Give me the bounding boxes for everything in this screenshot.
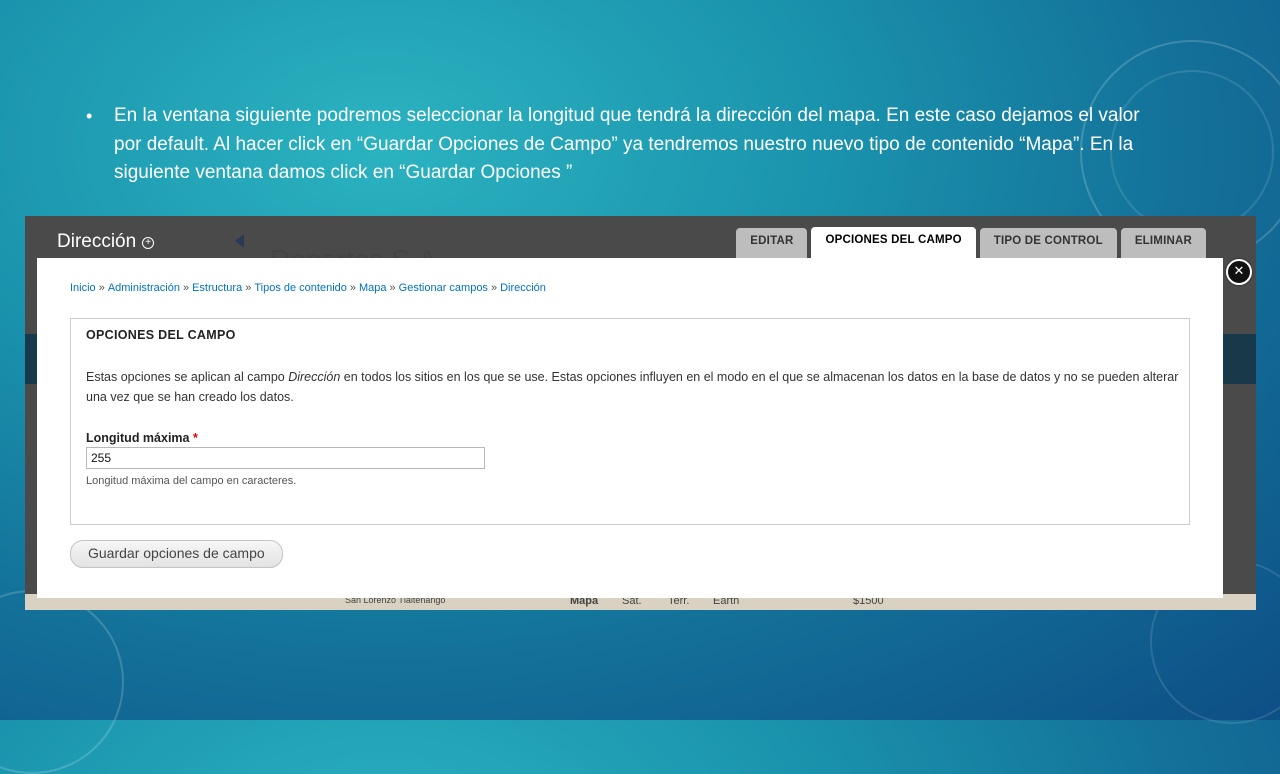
field-settings-dialog: Inicio» Administración» Estructura» Tipos d… xyxy=(37,258,1223,598)
decorative-circle xyxy=(0,590,124,774)
max-length-help: Longitud máxima del campo en caracteres. xyxy=(86,475,297,487)
plus-circle-icon: + xyxy=(142,237,155,249)
save-field-settings-button[interactable]: Guardar opciones de campo xyxy=(70,540,283,568)
background-title-text: Dirección xyxy=(57,231,137,252)
max-length-label-text: Longitud máxima xyxy=(86,431,190,445)
fieldset-title: OPCIONES DEL CAMPO xyxy=(86,328,236,342)
description-field-name: Dirección xyxy=(288,370,341,384)
breadcrumb-separator: » xyxy=(98,282,105,294)
tab-tipo-de-control[interactable]: TIPO DE CONTROL xyxy=(979,228,1117,259)
tab-bar: EDITAR OPCIONES DEL CAMPO TIPO DE CONTRO… xyxy=(736,227,1206,259)
breadcrumb-separator: » xyxy=(182,282,190,294)
breadcrumb-separator: » xyxy=(349,282,357,294)
breadcrumb-administracion[interactable]: Administración xyxy=(108,282,180,294)
slide-paragraph: En la ventana siguiente podremos selecci… xyxy=(114,105,1140,183)
breadcrumb-gestionar-campos[interactable]: Gestionar campos xyxy=(399,282,488,294)
field-options-fieldset: OPCIONES DEL CAMPO Estas opciones se apl… xyxy=(70,318,1190,525)
max-length-input[interactable] xyxy=(86,447,485,469)
breadcrumb-estructura[interactable]: Estructura xyxy=(192,282,242,294)
breadcrumb-separator: » xyxy=(490,282,498,294)
breadcrumb-separator: » xyxy=(389,282,396,294)
breadcrumb: Inicio» Administración» Estructura» Tipos d… xyxy=(70,282,546,294)
breadcrumb-direccion[interactable]: Dirección xyxy=(500,282,546,294)
background-page-title: Dirección + xyxy=(57,231,155,253)
description-part: Estas opciones se aplican al campo xyxy=(86,370,289,384)
breadcrumb-tipos-de-contenido[interactable]: Tipos de contenido xyxy=(254,282,347,294)
required-marker: * xyxy=(192,431,198,445)
tab-editar[interactable]: EDITAR xyxy=(736,228,808,259)
breadcrumb-inicio[interactable]: Inicio xyxy=(70,282,96,294)
tab-eliminar[interactable]: ELIMINAR xyxy=(1120,228,1206,259)
tab-opciones-del-campo[interactable]: OPCIONES DEL CAMPO xyxy=(811,227,976,259)
bullet-marker: • xyxy=(86,106,93,126)
max-length-label: Longitud máxima * xyxy=(86,431,198,445)
close-icon[interactable]: ✕ xyxy=(1226,259,1252,285)
breadcrumb-separator: » xyxy=(245,282,252,294)
slide-bullet-text: • En la ventana siguiente podremos selec… xyxy=(86,102,1146,188)
breadcrumb-mapa[interactable]: Mapa xyxy=(359,282,387,294)
fieldset-description: Estas opciones se aplican al campo Direc… xyxy=(86,367,1181,407)
embedded-screenshot: Dirección+ Deportes S.A. San Lorenzo Tla… xyxy=(25,216,1256,610)
arrow-left-icon xyxy=(235,234,244,248)
